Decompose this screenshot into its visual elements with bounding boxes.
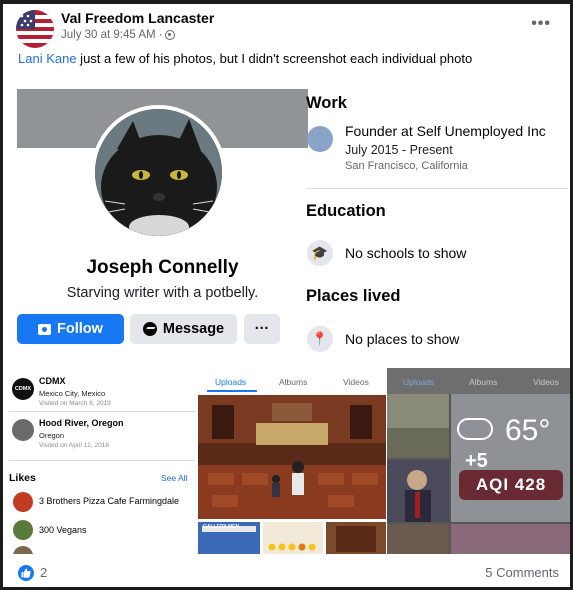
mention-link[interactable]: Lani Kane [18,51,77,66]
vegans-page-icon [13,520,33,540]
photo-grid [198,395,386,554]
checkins-screenshot[interactable]: CDMX CDMX Mexico City, Mexico Visited on… [9,368,197,554]
profile-screenshot[interactable]: Joseph Connelly Starving writer with a p… [17,88,570,364]
tab-albums[interactable]: Albums [469,377,497,387]
work-location: San Francisco, California [345,160,468,172]
post-time[interactable]: July 30 at 9:45 AM [61,29,156,41]
tab-albums[interactable]: Albums [279,377,307,387]
work-dates: July 2015 - Present [345,143,453,157]
checkin-name[interactable]: CDMX [39,376,66,386]
briefcase-icon [307,126,333,152]
post-text: Lani Kane just a few of his photos, but … [18,51,472,66]
follow-label: Follow [57,321,103,337]
photos-screenshot-b[interactable]: Uploads Albums Videos 65° +5 AQI 428 [387,368,570,554]
profile-more-label: ··· [254,321,270,337]
graduation-cap-icon: 🎓 [307,240,333,266]
checkin-visited: Visited on April 12, 2018 [39,442,109,449]
thumbs-up-icon [21,568,31,578]
liked-page-icon [13,546,33,554]
tab-uploads[interactable]: Uploads [215,377,246,387]
profile-bio: Starving writer with a potbelly. [66,285,259,301]
message-label: Message [162,321,225,337]
see-all-link[interactable]: See All [161,473,187,483]
globe-icon [165,30,176,40]
checkin-visited: Visited on March 6, 2019 [39,400,111,407]
likes-title: Likes [9,472,36,484]
liked-page-name[interactable]: 3 Brothers Pizza Cafe Farmingdale [39,496,179,506]
checkin-sub: Mexico City, Mexico [39,389,106,398]
messenger-icon [142,322,157,336]
cat-photo [95,109,222,236]
photos-screenshot-a[interactable]: Uploads Albums Videos GALLERY MEN [197,368,387,554]
weather-temp: 65° [505,414,551,447]
follow-icon [38,323,52,335]
profile-more-button[interactable]: ··· [244,314,280,344]
like-reaction-icon[interactable] [18,565,34,581]
checkin-name[interactable]: Hood River, Oregon [39,418,124,428]
work-role: Founder at Self Unemployed Inc [345,123,546,139]
liked-page-name[interactable]: 300 Vegans [39,525,87,535]
cdmx-icon: CDMX [12,378,34,400]
location-pin-icon: 📍 [307,326,333,352]
post-meta: July 30 at 9:45 AM · [61,29,176,41]
education-title: Education [306,202,386,220]
places-value: No places to show [345,331,460,347]
post-body: just a few of his photos, but I didn't s… [76,51,473,66]
message-button[interactable]: Message [130,314,237,344]
work-title: Work [306,94,347,112]
tab-videos[interactable]: Videos [533,377,559,387]
meta-separator: · [158,29,163,41]
cloud-icon [457,418,493,440]
education-value: No schools to show [345,245,467,261]
places-title: Places lived [306,287,401,305]
thumb-label: GALLERY MEN [203,524,240,530]
divider [306,188,568,189]
comments-count[interactable]: 5 Comments [485,565,559,580]
divider [9,460,195,461]
divider [9,411,195,412]
tab-uploads[interactable]: Uploads [403,377,434,387]
profile-picture [91,105,226,240]
checkin-sub: Oregon [39,431,65,440]
follow-button[interactable]: Follow [17,314,124,344]
flag-avatar-image [16,10,54,48]
tab-indicator [207,390,257,392]
like-count[interactable]: 2 [40,565,47,580]
pizza-page-icon [13,492,33,512]
more-options-button[interactable]: ••• [531,15,551,33]
aqi-badge: AQI 428 [459,470,563,500]
hood-river-icon [12,419,34,441]
author-name[interactable]: Val Freedom Lancaster [61,10,214,26]
profile-name: Joseph Connelly [86,257,239,278]
tab-videos[interactable]: Videos [343,377,369,387]
author-avatar[interactable] [16,10,54,48]
